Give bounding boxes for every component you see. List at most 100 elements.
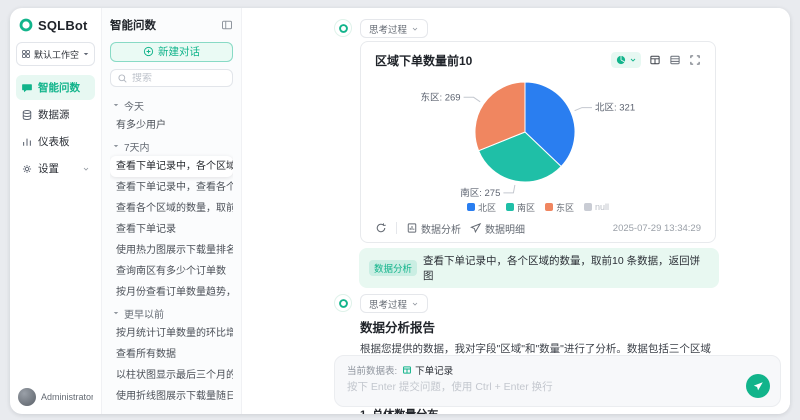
history-group-header[interactable]: 更早以前 [110,303,233,323]
chart-card: 区域下单数量前10 北区: 321 南区: 275 东区: 269 北区 南区 … [360,41,716,243]
history-group-items: 按月统计订单数量的环比增长率 查看所有数据 以柱状图显示最后三个月的订单量 使用… [110,323,233,405]
refresh-icon[interactable] [375,222,387,234]
chevron-down-icon [411,25,419,33]
new-chat-label: 新建对话 [158,46,200,59]
legend-item[interactable]: 南区 [505,201,535,214]
sidebar-nav-item[interactable]: 数据源 [16,102,95,127]
app-window: SQLBot 默认工作空间 智能问数 数据源 [10,8,790,414]
history-item[interactable]: 按月统计订单数量的环比增长率 [110,323,233,344]
detail-icon [470,222,482,234]
chart-type-group [611,52,641,68]
history-item[interactable]: 查看所有数据 [110,344,233,365]
chat-main: 思考过程 区域下单数量前10 北区: 321 南区: 275 东区: 269 北… [242,8,790,414]
data-detail-button[interactable]: 数据明细 [470,221,525,236]
history-item[interactable]: 查看各个区域的数量，取前10 条数... [110,198,233,219]
history-item[interactable]: 使用折线图展示下载量随日期的变... [110,386,233,405]
sidebar-nav-item[interactable]: 仪表板 [16,129,95,154]
history-item[interactable]: 有多少用户 [110,115,233,136]
legend-swatch [466,203,475,211]
caret-down-icon [112,142,120,150]
legend-label: null [595,202,610,212]
pie-chart-svg[interactable]: 北区: 321 南区: 275 东区: 269 [375,70,702,200]
current-table-label: 当前数据表: [347,366,398,377]
thinking-label: 思考过程 [369,24,408,36]
history-item[interactable]: 查看下单记录中，查看各个区域的... [110,177,233,198]
history-item[interactable]: 使用热力图展示下载量排名前5的日... [110,240,233,261]
history-item[interactable]: 查看下单记录 [110,219,233,240]
legend-swatch [545,203,553,211]
chart-legend: 北区 南区 东区 null [375,200,701,214]
history-group: 今天 有多少用户 [110,95,233,136]
workspace-selector[interactable]: 默认工作空间 [16,42,95,66]
sqlbot-logo-icon [18,17,34,33]
sidebar-nav-item[interactable]: 设置 [16,156,95,181]
history-group-label: 今天 [124,101,144,113]
nav-item-label: 数据源 [38,109,70,121]
report-title: 数据分析报告 [360,321,436,335]
history-group-header[interactable]: 今天 [110,95,233,115]
pie-label: 南区: 275 [460,187,500,199]
history-group-label: 7天内 [124,142,150,154]
history-group-header[interactable]: 7天内 [110,136,233,156]
thinking-process-toggle[interactable]: 思考过程 [360,19,429,38]
pie-label-line [463,96,481,103]
thinking-label: 思考过程 [369,299,408,311]
history-item[interactable]: 查询南区有多少个订单数 [110,261,233,282]
legend-item[interactable]: 北区 [466,201,496,214]
plus-circle-icon [143,46,154,57]
workspace-icon [21,49,31,59]
history-groups: 今天 有多少用户 7天内 查看下单记录中，各个区 查看下单记录中，查看各 查看各… [110,95,233,405]
panel-title: 智能问数 [110,20,156,32]
chat-bubble-icon [21,82,33,94]
brand-name: SQLBot [38,17,88,33]
analysis-label: 数据分析 [421,224,461,236]
search-input[interactable] [132,72,226,84]
data-table-name: 下单记录 [415,366,454,377]
table-icon [402,365,412,375]
caret-down-icon [112,101,120,109]
legend-item[interactable]: 东区 [545,201,574,214]
data-table-chip[interactable]: 下单记录 [402,363,453,377]
user-message-text: 查看下单记录中，各个区域的数量，取前10 条数据，返回饼图 [423,255,701,282]
history-group: 更早以前 按月统计订单数量的环比增长率 查看所有数据 以柱状图显示最后三个月的订… [110,303,233,405]
user-account[interactable]: Administrator [16,388,95,406]
legend-swatch [584,203,593,211]
sidebar: SQLBot 默认工作空间 智能问数 数据源 [10,8,102,414]
report-section-heading: 1. 总体数量分布 [360,406,718,414]
send-button[interactable] [746,374,770,398]
caret-down-icon [112,309,120,317]
nav-item-label: 智能问数 [38,82,80,94]
sidebar-nav: 智能问数 数据源 仪表板 设置 [16,75,95,181]
message-mode-tag: 数据分析 [369,260,418,276]
fullscreen-icon[interactable] [689,54,701,66]
history-item[interactable]: 以柱状图显示最后三个月的订单量 [110,365,233,386]
search-icon [117,73,128,84]
history-item[interactable]: 按月份查看订单数量趋势，使用折... [110,282,233,303]
avatar [18,388,36,406]
divider [396,222,397,234]
assistant-avatar [334,19,352,37]
thinking-process-toggle[interactable]: 思考过程 [360,294,429,313]
gear-icon [21,163,33,175]
search-box [110,68,233,88]
detail-label: 数据明细 [485,224,525,236]
new-chat-button[interactable]: 新建对话 [110,42,233,62]
list-view-icon[interactable] [669,54,681,66]
question-input[interactable] [347,381,735,393]
legend-label: 北区 [477,202,496,213]
chevron-down-icon [82,165,90,173]
chart-type-pie-button[interactable] [611,52,641,68]
history-panel: 智能问数 新建对话 搜索 今天 有多少用户 7天内 查看下单记录中，各个区 查看… [102,8,242,414]
collapse-panel-icon[interactable] [221,19,233,31]
legend-swatch [505,203,514,211]
table-view-icon[interactable] [649,54,661,66]
database-icon [21,109,33,121]
chevron-down-icon [82,50,90,58]
history-item[interactable]: 查看下单记录中，各个区域的数量... [110,156,233,178]
legend-item[interactable]: null [584,202,609,212]
chevron-down-icon [411,300,419,308]
nav-item-label: 仪表板 [38,136,70,148]
sidebar-nav-item[interactable]: 智能问数 [16,75,95,100]
data-analysis-button[interactable]: 数据分析 [406,221,461,236]
pie-label-line [574,107,592,112]
